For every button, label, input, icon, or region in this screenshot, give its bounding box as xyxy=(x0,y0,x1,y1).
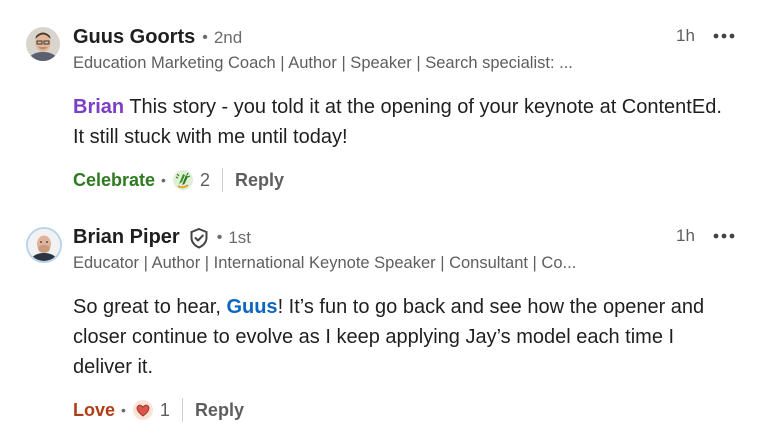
comment-actions: Celebrate • 2 Reply xyxy=(73,168,284,192)
connection-degree: 2nd xyxy=(213,27,243,47)
mention-link[interactable]: Brian xyxy=(73,96,124,118)
author-headline: Educator | Author | International Keynot… xyxy=(73,254,577,272)
comment-body: Brian This story - you told it at the op… xyxy=(73,92,733,152)
author-line: Guus Goorts • 2nd xyxy=(73,26,242,49)
separator-dot: • xyxy=(202,28,208,46)
reply-button[interactable]: Reply xyxy=(235,170,284,191)
comment-timestamp: 1h xyxy=(676,226,695,245)
mention-link[interactable]: Guus xyxy=(226,296,277,318)
divider xyxy=(221,168,223,192)
celebrate-clap-icon[interactable] xyxy=(172,169,194,191)
more-options-icon[interactable] xyxy=(711,28,737,44)
author-name[interactable]: Brian Piper xyxy=(73,226,180,249)
connection-degree: 1st xyxy=(228,227,251,247)
comment-timestamp: 1h xyxy=(676,26,695,45)
separator-dot: • xyxy=(121,402,126,418)
divider xyxy=(181,398,183,422)
separator-dot: • xyxy=(216,228,223,246)
comment-text-start: So great to hear, xyxy=(73,296,227,318)
avatar[interactable] xyxy=(26,27,60,61)
comment-actions: Love • 1 Reply xyxy=(73,398,244,422)
comment-text: This story - you told it at the opening … xyxy=(73,96,722,148)
reply-button[interactable]: Reply xyxy=(195,400,244,421)
more-options-icon[interactable] xyxy=(711,228,737,244)
verified-shield-icon xyxy=(188,227,210,249)
reaction-count[interactable]: 2 xyxy=(200,170,210,191)
heart-icon[interactable] xyxy=(132,399,154,421)
love-button[interactable]: Love xyxy=(73,400,115,421)
author-headline: Education Marketing Coach | Author | Spe… xyxy=(73,54,573,72)
celebrate-button[interactable]: Celebrate xyxy=(73,170,155,191)
reaction-count[interactable]: 1 xyxy=(160,400,170,421)
separator-dot: • xyxy=(161,172,166,188)
comment-body: So great to hear, Guus! It’s fun to go b… xyxy=(73,292,733,382)
avatar[interactable] xyxy=(26,227,62,263)
author-name[interactable]: Guus Goorts xyxy=(73,26,195,49)
author-line: Brian Piper • 1st xyxy=(73,226,251,249)
